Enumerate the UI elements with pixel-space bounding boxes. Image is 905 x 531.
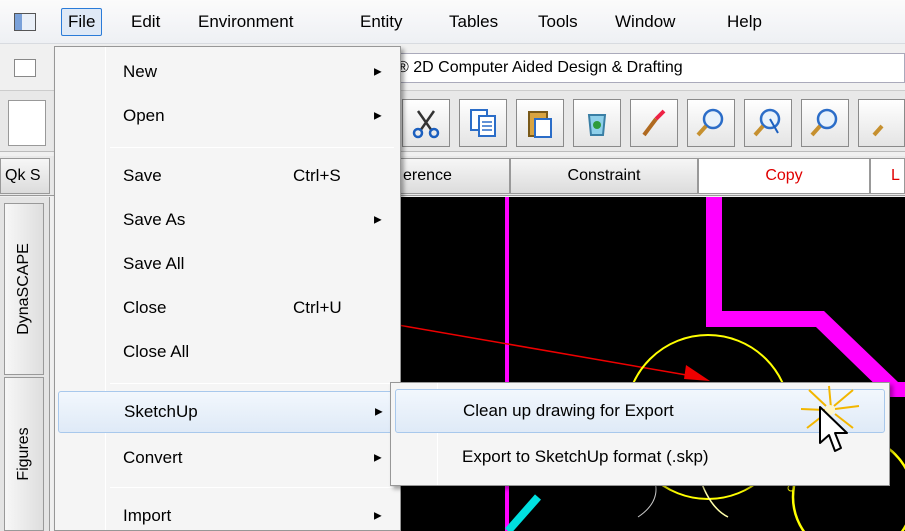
menu-item-save-shortcut: Ctrl+S — [293, 166, 341, 185]
menu-tables[interactable]: Tables — [443, 8, 504, 36]
submenu-arrow-icon: ▶ — [374, 110, 382, 122]
tab-reference[interactable]: erence — [398, 158, 510, 194]
tab-figures[interactable]: Figures — [4, 377, 44, 531]
menu-item-sketchup[interactable]: SketchUp ▶ — [58, 391, 397, 433]
tab-quick-select[interactable]: Qk S — [0, 158, 50, 194]
tab-constraint[interactable]: Constraint — [510, 158, 698, 194]
tab-copy[interactable]: Copy — [698, 158, 870, 194]
menu-item-new[interactable]: New ▶ — [58, 51, 397, 93]
menu-item-clean-up-label: Clean up drawing for Export — [463, 401, 674, 420]
zoom-window-icon[interactable] — [687, 99, 735, 147]
menu-item-open[interactable]: Open ▶ — [58, 95, 397, 137]
zoom-in-icon[interactable] — [858, 99, 905, 147]
zoom-previous-icon[interactable] — [744, 99, 792, 147]
submenu-arrow-icon: ▶ — [374, 452, 382, 464]
submenu-arrow-icon: ▶ — [374, 66, 382, 78]
app-icon[interactable] — [14, 13, 36, 31]
submenu-arrow-icon: ▶ — [374, 214, 382, 226]
menu-item-close-all-label: Close All — [123, 342, 190, 361]
menu-item-import-label: Import — [123, 506, 172, 525]
menu-tools[interactable]: Tools — [532, 8, 584, 36]
tab-figures-label: Figures — [15, 427, 32, 481]
submenu-arrow-icon: ▶ — [375, 406, 383, 418]
menu-separator — [110, 383, 394, 384]
menu-item-convert-label: Convert — [123, 448, 183, 467]
menu-item-new-label: New — [123, 62, 158, 81]
menu-item-save-all-label: Save All — [123, 254, 185, 273]
paste-icon[interactable] — [516, 99, 564, 147]
menu-item-open-label: Open — [123, 106, 165, 125]
menu-environment[interactable]: Environment — [192, 8, 299, 36]
zoom-extents-icon[interactable] — [801, 99, 849, 147]
menu-item-close-label: Close — [123, 298, 167, 317]
menu-item-save-label: Save — [123, 166, 162, 185]
menu-help[interactable]: Help — [721, 8, 768, 36]
file-menu: New ▶ Open ▶ Save Ctrl+S Save As ▶ Save … — [54, 46, 401, 531]
menu-item-import[interactable]: Import ▶ — [58, 495, 397, 531]
menu-item-sketchup-label: SketchUp — [124, 402, 198, 421]
cut-icon[interactable] — [402, 99, 450, 147]
menu-item-close-all[interactable]: Close All — [58, 331, 397, 373]
menu-item-save-as[interactable]: Save As ▶ — [58, 199, 397, 241]
menu-separator — [110, 487, 394, 488]
tab-l[interactable]: L — [870, 158, 905, 194]
menu-item-convert[interactable]: Convert ▶ — [58, 437, 397, 479]
recycle-bin-icon[interactable] — [573, 99, 621, 147]
menu-separator — [110, 147, 394, 148]
menu-item-close[interactable]: Close Ctrl+U — [58, 287, 397, 329]
menu-edit[interactable]: Edit — [125, 8, 166, 36]
brush-icon[interactable] — [630, 99, 678, 147]
menu-item-save[interactable]: Save Ctrl+S — [58, 155, 397, 197]
new-document-icon[interactable] — [8, 100, 46, 146]
menu-item-close-shortcut: Ctrl+U — [293, 298, 342, 317]
menu-file[interactable]: File — [61, 8, 103, 36]
window-icon[interactable] — [14, 59, 36, 77]
menu-bar: File Edit Environment Entity Tables Tool… — [0, 0, 905, 44]
menu-item-export-skp-label: Export to SketchUp format (.skp) — [462, 447, 709, 466]
tab-dynascape-label: DynaSCAPE — [15, 243, 32, 335]
copy-icon[interactable] — [459, 99, 507, 147]
document-title: ® 2D Computer Aided Design & Drafting — [390, 53, 905, 83]
menu-item-save-as-label: Save As — [123, 210, 186, 229]
mouse-cursor-icon — [819, 406, 848, 452]
left-panel: DynaSCAPE Figures — [0, 197, 50, 531]
menu-window[interactable]: Window — [609, 8, 681, 36]
menu-entity[interactable]: Entity — [354, 8, 409, 36]
menu-item-save-all[interactable]: Save All — [58, 243, 397, 285]
tab-dynascape[interactable]: DynaSCAPE — [4, 203, 44, 375]
submenu-arrow-icon: ▶ — [374, 510, 382, 522]
